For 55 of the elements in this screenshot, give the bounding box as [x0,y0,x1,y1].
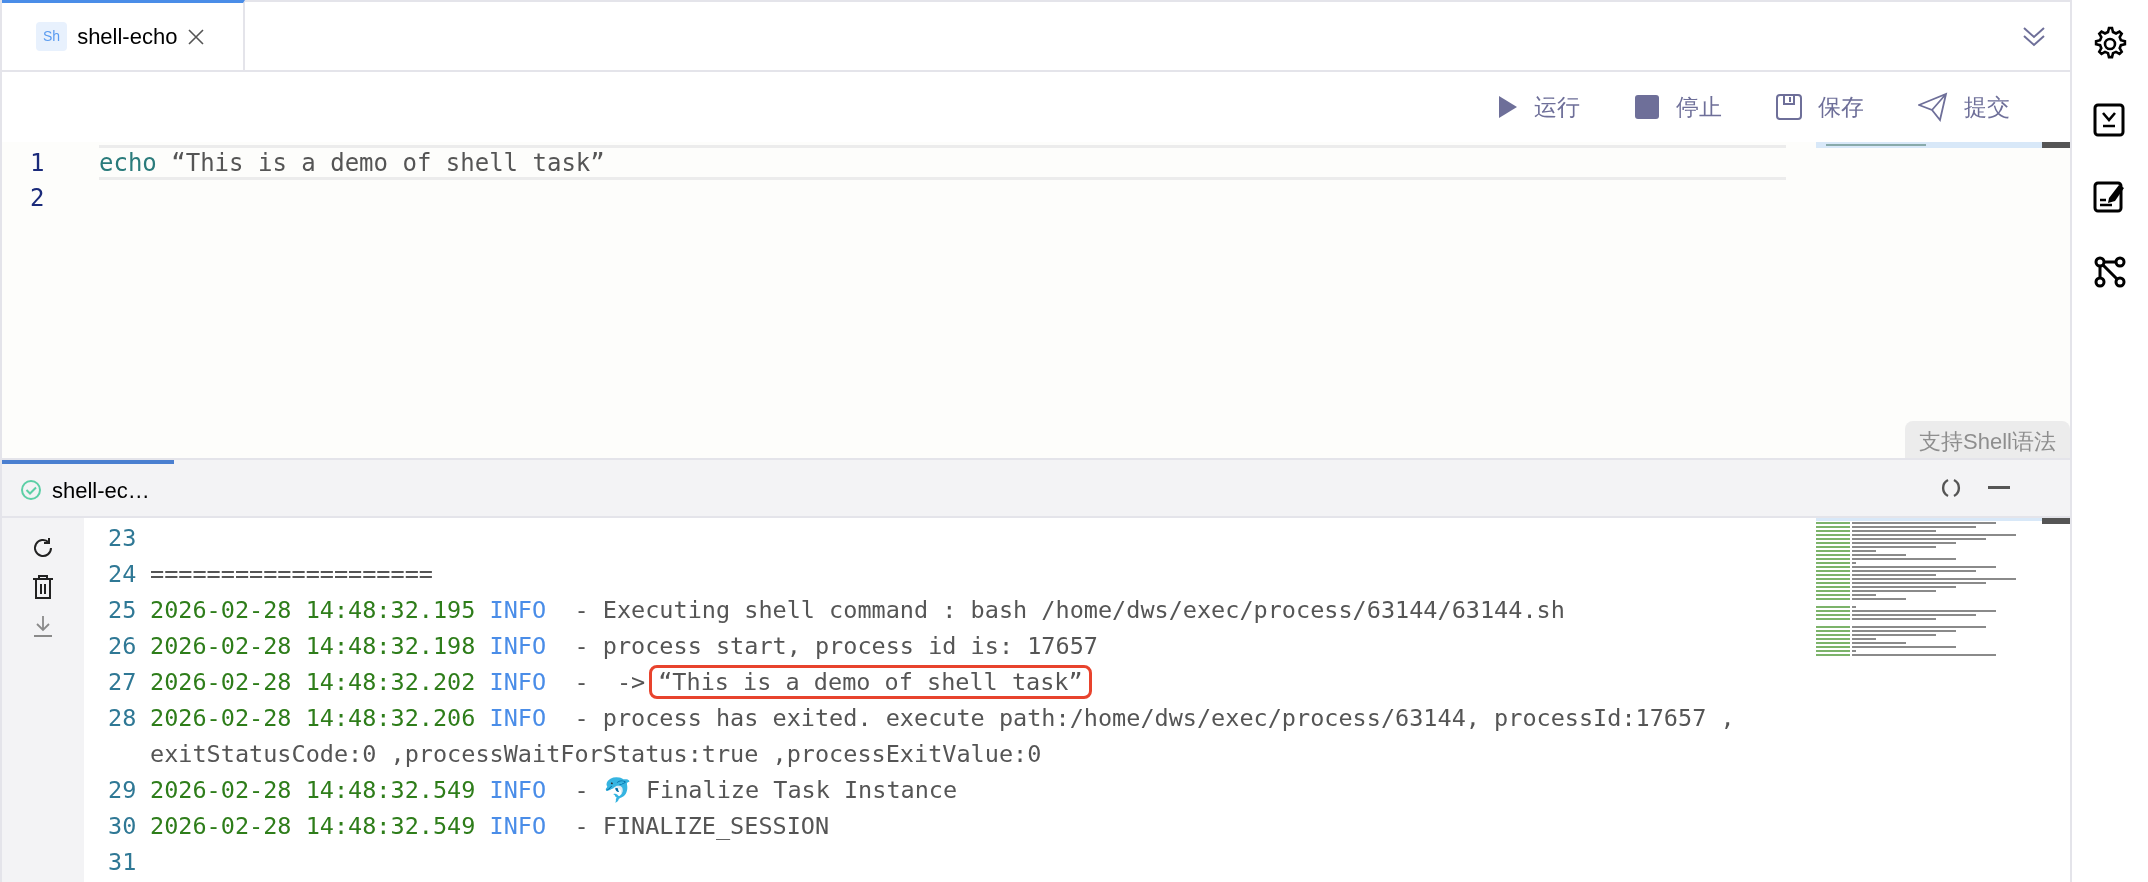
submit-button[interactable]: 提交 [1918,89,2010,125]
line-number: 27 [107,667,138,698]
loading-icon[interactable] [1940,477,1962,499]
log-message: - -> [573,668,646,696]
line-number: 30 [107,811,138,842]
log-timestamp: 2026-02-28 14:48:32.206 [150,704,477,732]
run-button[interactable]: 运行 [1496,89,1580,125]
trash-icon[interactable] [31,574,55,600]
log-level: INFO [489,812,547,840]
download-box-icon[interactable] [2092,102,2128,138]
editor-tab[interactable]: Sh shell-echo [2,0,245,70]
log-timestamp: 2026-02-28 14:48:32.549 [150,812,477,840]
log-level: INFO [489,668,547,696]
log-message: - process start, process id is: 17657 [573,632,1098,660]
log-level: INFO [489,704,547,732]
log-message: - process has exited. execute path:/home/dws/exec/process/63144, processId:17657 , [573,704,1735,732]
line-number: 25 [107,595,138,626]
log-level: INFO [489,632,547,660]
line-number: 1 [29,147,46,179]
code-token: echo [99,147,157,179]
save-button[interactable]: 保存 [1776,89,1864,125]
log-timestamp: 2026-02-28 14:48:32.202 [150,668,477,696]
line-number: 26 [107,631,138,662]
download-icon[interactable] [31,614,55,638]
log-timestamp: 2026-02-28 14:48:32.198 [150,632,477,660]
double-chevron-icon[interactable] [2022,24,2046,48]
scrollbar-thumb [2042,142,2070,148]
scrollbar-thumb [2042,518,2070,524]
log-text: ==================== [150,560,433,588]
log-timestamp: 2026-02-28 14:48:32.549 [150,776,477,804]
line-number: 28 [107,703,138,734]
line-number: 24 [107,559,138,590]
syntax-hint: 支持Shell语法 [1905,421,2070,458]
stop-button[interactable]: 停止 [1634,89,1722,125]
log-message: - 🐬 Finalize Task Instance [573,776,958,804]
line-number: 23 [107,523,138,554]
tab-label: shell-echo [77,23,178,51]
code-token: “This is a demo of shell task” [170,147,605,179]
branch-icon[interactable] [2092,254,2128,290]
line-number: 2 [29,182,46,214]
paper-plane-icon [1918,92,1948,122]
log-timestamp: 2026-02-28 14:48:32.195 [150,596,477,624]
stop-icon [1634,94,1660,120]
log-message: exitStatusCode:0 ,processWaitForStatus:true ,processExitValue:0 [150,739,1043,770]
log-level: INFO [489,596,547,624]
close-icon[interactable] [187,27,206,46]
refresh-icon[interactable] [31,536,55,560]
file-type-badge: Sh [36,22,68,51]
line-number: 29 [107,775,138,806]
log-level: INFO [489,776,547,804]
log-message: - FINALIZE_SESSION [573,812,830,840]
play-icon [1496,94,1518,120]
line-number: 31 [107,847,138,878]
log-message: - Executing shell command : bash /home/dws/exec/process/63144/63144.sh [573,596,1565,624]
highlighted-output: “This is a demo of shell task” [649,665,1092,699]
